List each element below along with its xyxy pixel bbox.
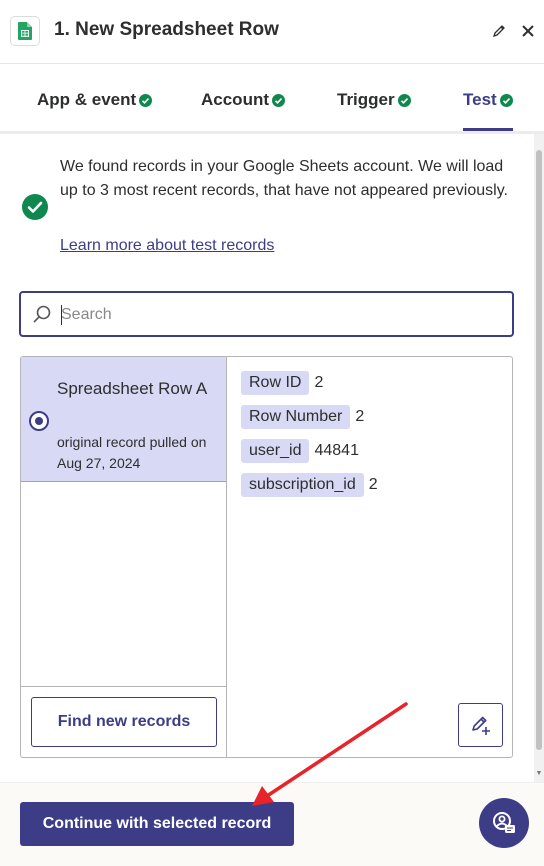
record-fields: Row ID 2 Row Number 2 user_id 44841 subs… bbox=[241, 371, 378, 507]
field-row: Row ID 2 bbox=[241, 371, 378, 395]
field-key: Row ID bbox=[241, 371, 310, 395]
page-title: 1. New Spreadsheet Row bbox=[54, 19, 279, 40]
scrollbar-thumb[interactable] bbox=[536, 150, 542, 750]
check-circle-icon bbox=[272, 94, 285, 107]
help-button[interactable] bbox=[479, 798, 529, 848]
tab-app-event[interactable]: App & event bbox=[37, 90, 153, 130]
check-circle-icon bbox=[139, 94, 153, 107]
field-value: 2 bbox=[368, 476, 378, 493]
search-icon bbox=[33, 305, 51, 323]
field-value: 2 bbox=[314, 374, 324, 391]
scroll-down-arrow-icon[interactable]: ▼ bbox=[535, 770, 543, 778]
tab-label: Trigger bbox=[337, 90, 395, 109]
text-caret bbox=[61, 305, 62, 325]
field-key: subscription_id bbox=[241, 473, 364, 497]
success-check-icon bbox=[22, 194, 48, 220]
field-key: user_id bbox=[241, 439, 310, 463]
field-value: 44841 bbox=[314, 442, 359, 459]
record-item-selected[interactable]: Spreadsheet Row A original record pulled… bbox=[21, 357, 226, 482]
pencil-icon[interactable] bbox=[488, 20, 510, 42]
records-panel: Spreadsheet Row A original record pulled… bbox=[20, 356, 513, 758]
scrollbar[interactable] bbox=[534, 134, 544, 782]
support-icon bbox=[493, 812, 515, 833]
tab-label: App & event bbox=[37, 90, 137, 109]
google-sheets-icon bbox=[10, 16, 40, 46]
learn-more-link[interactable]: Learn more about test records bbox=[60, 237, 274, 255]
tab-label: Account bbox=[201, 90, 269, 109]
record-subtitle: original record pulled on Aug 27, 2024 bbox=[57, 434, 207, 471]
continue-button[interactable]: Continue with selected record bbox=[20, 802, 294, 846]
record-radio[interactable] bbox=[29, 411, 49, 431]
check-circle-icon bbox=[499, 94, 513, 107]
step-tabs: App & event Account Trigger Test bbox=[0, 64, 544, 134]
record-list: Spreadsheet Row A original record pulled… bbox=[21, 357, 227, 757]
tab-account[interactable]: Account bbox=[201, 90, 285, 130]
info-message: We found records in your Google Sheets a… bbox=[60, 158, 508, 199]
divider bbox=[21, 686, 226, 687]
tab-trigger[interactable]: Trigger bbox=[337, 90, 411, 130]
check-circle-icon bbox=[397, 94, 411, 107]
panel-header: 1. New Spreadsheet Row bbox=[0, 0, 544, 64]
field-key: Row Number bbox=[241, 405, 351, 429]
edit-record-button[interactable] bbox=[458, 703, 503, 747]
search-input[interactable] bbox=[61, 302, 501, 328]
field-row: user_id 44841 bbox=[241, 439, 378, 463]
find-new-records-button[interactable]: Find new records bbox=[31, 697, 217, 747]
field-value: 2 bbox=[355, 408, 365, 425]
close-icon[interactable] bbox=[517, 20, 539, 42]
tab-test[interactable]: Test bbox=[463, 90, 513, 131]
record-title: Spreadsheet Row A bbox=[57, 379, 208, 398]
search-field[interactable] bbox=[19, 291, 514, 337]
field-row: subscription_id 2 bbox=[241, 473, 378, 497]
edit-add-icon bbox=[471, 716, 490, 735]
field-row: Row Number 2 bbox=[241, 405, 378, 429]
tab-label: Test bbox=[463, 90, 497, 109]
